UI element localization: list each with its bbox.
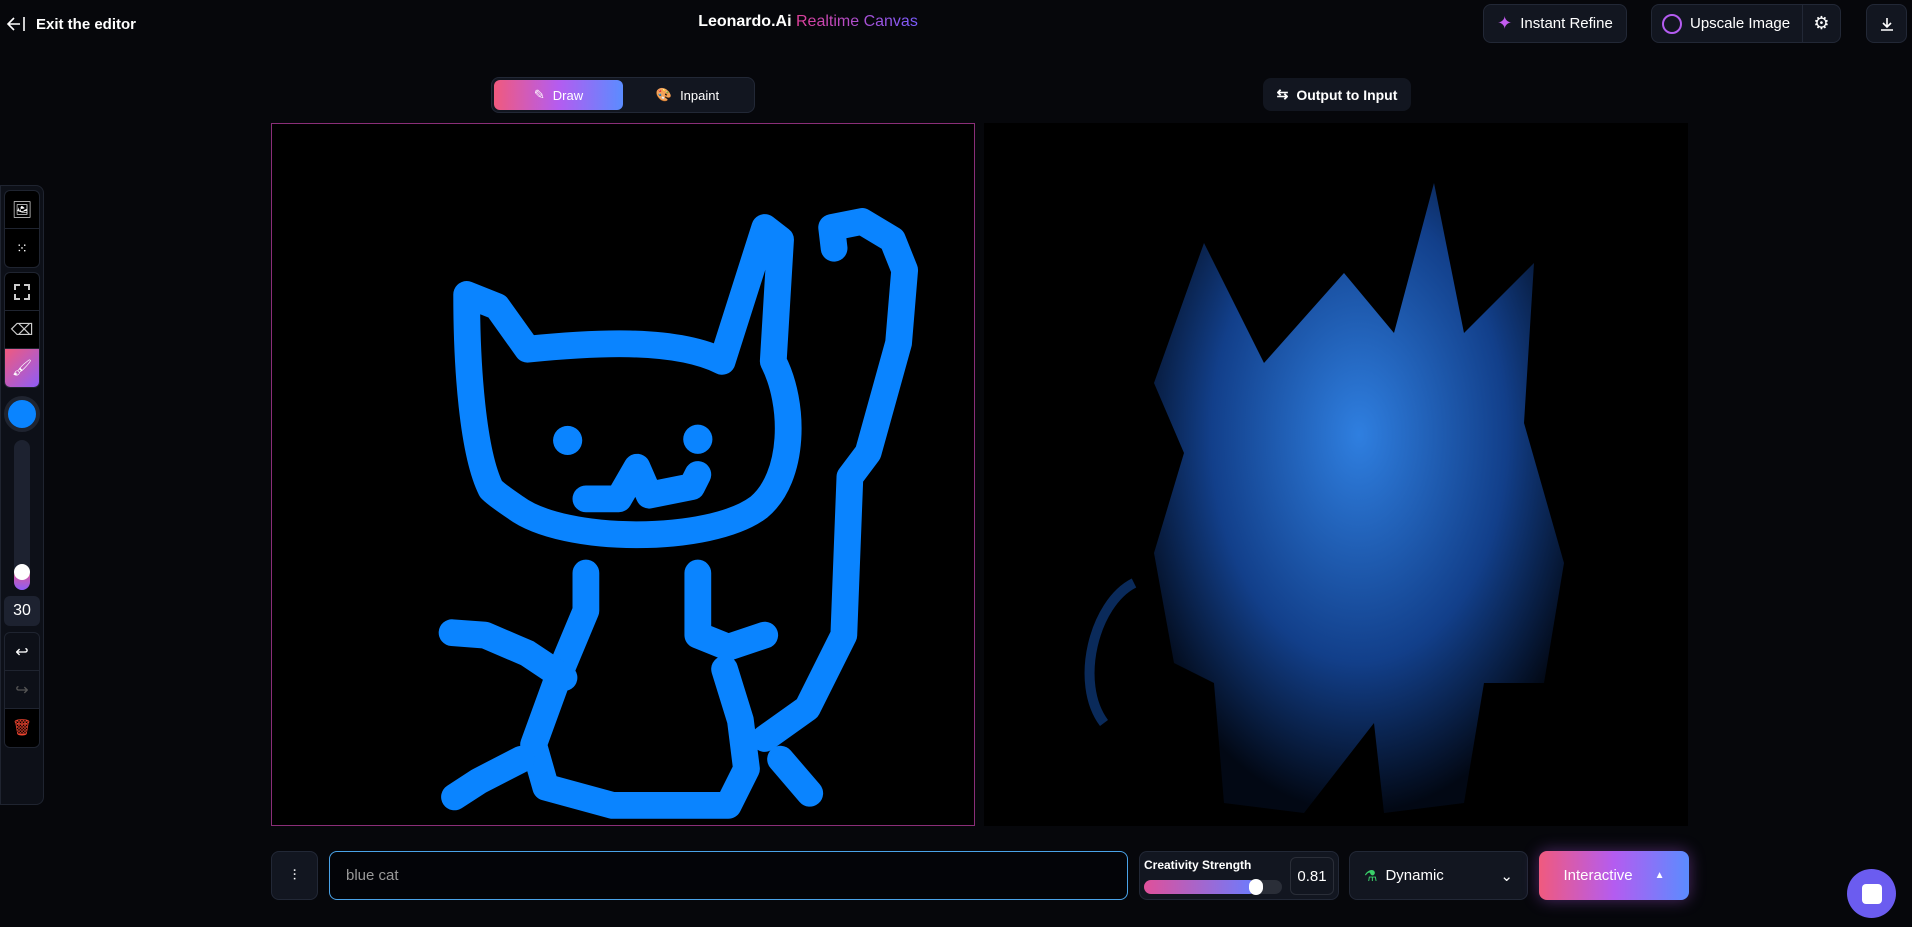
settings-gear-icon[interactable]: ⚙ [1802,5,1840,42]
brush-icon: ✎ [533,87,545,102]
brush-size-slider[interactable] [14,440,30,590]
brush-size-value: 30 [4,596,40,626]
output-to-input-button[interactable]: ⇆ Output to Input [1263,78,1411,111]
eraser-tool[interactable]: ⌫ [5,311,39,349]
cat-sketch [438,208,919,819]
chevron-down-icon: ⌄ [1500,867,1513,885]
redo-icon: ↪ [15,681,29,699]
upscale-icon [1662,13,1682,34]
instant-refine-button[interactable]: ✦ Instant Refine [1483,4,1627,43]
interactive-button[interactable]: Interactive ▲ [1539,851,1689,900]
redo-button[interactable]: ↪ [5,671,39,709]
brush-size-handle[interactable] [14,564,30,580]
trash-icon: 🗑 [11,720,33,737]
add-image-button[interactable]: 🖼 [5,191,39,229]
select-tool[interactable] [5,273,39,311]
tool-group-draw: ⌫ 🖌 [4,272,40,388]
creativity-handle[interactable] [1249,879,1263,895]
paintbrush-icon: 🖌 [11,360,33,377]
brush-tool[interactable]: 🖌 [5,349,39,387]
chat-icon [1861,883,1882,904]
download-icon [1880,17,1893,31]
grid-dots-icon: ⁙ [16,239,28,256]
mode-toggle: ✎ Draw 🎨 Inpaint [491,77,755,113]
app-title: Leonardo.Ai Realtime Canvas [0,13,1616,31]
sliders-icon: ⫶ [292,867,297,884]
creativity-slider[interactable] [1144,879,1282,895]
color-picker[interactable] [4,396,40,432]
select-icon [14,283,30,300]
output-to-input-label: Output to Input [1296,86,1398,103]
interactive-label: Interactive [1563,867,1633,884]
sparkle-icon: ✦ [1497,13,1513,33]
prompt-input[interactable] [329,851,1128,900]
flask-icon: ⚗ [1364,867,1378,885]
creativity-label: Creativity Strength [1144,858,1252,872]
eraser-icon: ⌫ [10,321,34,339]
tool-group-image: 🖼 ⁙ [4,190,40,268]
download-button[interactable] [1866,4,1907,43]
brand: Leonardo.Ai [698,13,792,30]
tool-sidebar: 🖼 ⁙ ⌫ 🖌 30 ↩ ↪ 🗑 [0,185,44,805]
inpaint-label: Inpaint [680,87,720,103]
upscale-group: Upscale Image ⚙ [1651,4,1841,43]
draw-label: Draw [552,87,584,103]
style-dropdown[interactable]: ⚗ Dynamic ⌄ [1349,851,1528,900]
image-plus-icon: 🖼 [11,201,33,219]
instant-refine-label: Instant Refine [1520,15,1613,32]
drawing-canvas[interactable] [271,123,975,826]
creativity-strength: Creativity Strength 0.81 [1139,851,1339,900]
caret-up-icon[interactable]: ▲ [1655,870,1665,881]
generated-image [984,123,1688,826]
chat-support-button[interactable] [1847,869,1896,918]
arrange-button[interactable]: ⁙ [5,229,39,267]
tool-group-history: ↩ ↪ 🗑 [4,632,40,748]
undo-button[interactable]: ↩ [5,633,39,671]
tab-inpaint[interactable]: 🎨 Inpaint [623,80,752,110]
tab-draw[interactable]: ✎ Draw [494,80,623,110]
palette-icon: 🎨 [655,87,673,102]
clear-button[interactable]: 🗑 [5,709,39,747]
brand-sub: Realtime Canvas [795,13,918,30]
settings-button[interactable]: ⫶ [271,851,318,900]
undo-icon: ↩ [15,643,29,661]
creativity-value[interactable]: 0.81 [1290,857,1334,895]
swap-icon: ⇆ [1276,86,1289,102]
robot-cat-image [1084,183,1564,813]
creativity-fill [1144,880,1256,894]
style-selected: Dynamic [1385,867,1444,884]
upscale-button[interactable]: Upscale Image [1690,15,1790,32]
